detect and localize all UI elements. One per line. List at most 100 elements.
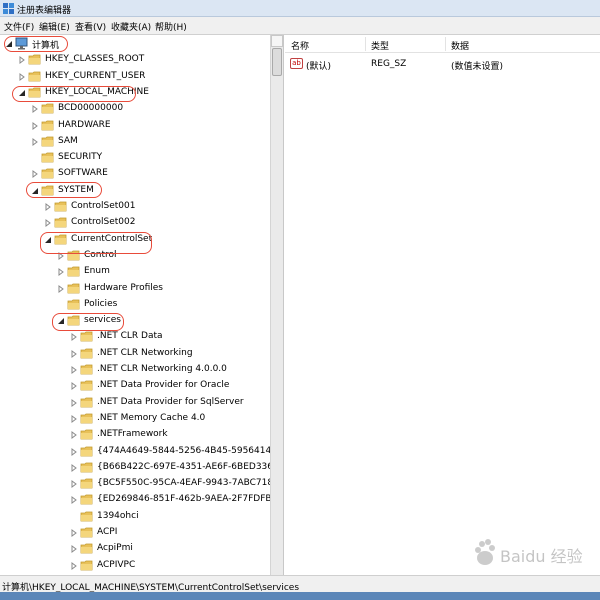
watermark-text: Baidu 经验 bbox=[500, 547, 583, 566]
tree-item[interactable]: .NET Data Provider for SqlServer bbox=[71, 396, 283, 410]
collapsed-triangle-icon[interactable] bbox=[71, 447, 77, 456]
folder-icon bbox=[80, 446, 93, 456]
tree-item[interactable]: Hardware Profiles bbox=[58, 282, 283, 296]
tree-item[interactable]: HKEY_CURRENT_USER bbox=[19, 70, 283, 84]
value-row[interactable]: ab (默认) REG_SZ (数值未设置) bbox=[285, 56, 600, 72]
collapsed-triangle-icon[interactable] bbox=[71, 349, 77, 358]
tree-item-label: Enum bbox=[84, 266, 110, 277]
collapsed-triangle-icon[interactable] bbox=[19, 56, 25, 65]
menu-bar: 文件(F) 编辑(E) 查看(V) 收藏夹(A) 帮助(H) bbox=[0, 17, 600, 35]
tree-item[interactable]: .NET CLR Data bbox=[71, 330, 283, 344]
folder-icon bbox=[41, 120, 54, 130]
tree-item-label: BCD00000000 bbox=[58, 103, 124, 114]
tree-item[interactable]: .NET Memory Cache 4.0 bbox=[71, 412, 283, 426]
collapsed-triangle-icon[interactable] bbox=[58, 284, 64, 293]
ab-string-icon: ab bbox=[290, 58, 303, 69]
collapsed-triangle-icon[interactable] bbox=[45, 219, 51, 228]
tree-item-label: AcpiPmi bbox=[97, 543, 133, 554]
value-name: (默认) bbox=[306, 62, 332, 72]
tree-item[interactable]: BCD00000000 bbox=[32, 102, 283, 116]
folder-icon bbox=[80, 348, 93, 359]
tree-item[interactable]: Enum bbox=[58, 265, 283, 279]
tree-item[interactable]: {BC5F550C-95CA-4EAF-9943-7ABC718E82BF} bbox=[71, 477, 283, 491]
tree-item-label: SAM bbox=[58, 135, 78, 146]
tree-item-label: .NET CLR Networking bbox=[97, 347, 193, 358]
collapsed-triangle-icon[interactable] bbox=[71, 545, 77, 554]
folder-icon bbox=[41, 152, 54, 163]
folder-icon bbox=[80, 331, 93, 342]
tree-item[interactable]: SAM bbox=[32, 135, 283, 149]
tree-item[interactable]: ControlSet002 bbox=[45, 216, 283, 230]
scroll-thumb[interactable] bbox=[272, 48, 282, 76]
collapsed-triangle-icon[interactable] bbox=[32, 121, 38, 130]
collapsed-triangle-icon[interactable] bbox=[71, 398, 77, 407]
column-type-header[interactable]: 类型 bbox=[371, 39, 389, 52]
tree-item[interactable]: HARDWARE bbox=[32, 119, 283, 133]
tree-item-label: SOFTWARE bbox=[58, 168, 108, 179]
tree-item[interactable]: {474A4649-5844-5256-4B45-5956414CFFFE} bbox=[71, 445, 283, 459]
menu-favorites[interactable]: 收藏夹(A) bbox=[111, 20, 151, 33]
scroll-up-button[interactable] bbox=[271, 35, 283, 47]
folder-icon bbox=[67, 266, 80, 277]
tree-item[interactable]: 1394ohci bbox=[71, 510, 283, 524]
collapsed-triangle-icon[interactable] bbox=[71, 382, 77, 391]
collapsed-triangle-icon[interactable] bbox=[71, 431, 77, 440]
red-annotation-mark bbox=[26, 182, 102, 198]
tree-item[interactable]: .NET CLR Networking bbox=[71, 347, 283, 361]
collapsed-triangle-icon[interactable] bbox=[32, 170, 38, 179]
status-bar: 计算机\HKEY_LOCAL_MACHINE\SYSTEM\CurrentCon… bbox=[0, 575, 600, 593]
folder-icon bbox=[28, 71, 41, 81]
folder-icon bbox=[41, 136, 54, 147]
tree-item[interactable]: Policies bbox=[58, 298, 283, 312]
tree-item[interactable]: {ED269846-851F-462b-9AEA-2F7FDFB1D4E1} bbox=[71, 493, 283, 507]
taskbar bbox=[0, 592, 600, 600]
tree-item[interactable]: SECURITY bbox=[32, 151, 283, 165]
folder-icon bbox=[80, 511, 93, 522]
tree-vertical-scrollbar[interactable] bbox=[270, 35, 283, 575]
collapsed-triangle-icon[interactable] bbox=[71, 414, 77, 423]
folder-icon bbox=[80, 380, 93, 391]
collapsed-triangle-icon[interactable] bbox=[71, 561, 77, 570]
red-annotation-mark bbox=[40, 232, 152, 254]
collapsed-triangle-icon[interactable] bbox=[71, 529, 77, 537]
column-divider[interactable] bbox=[365, 37, 366, 51]
collapsed-triangle-icon[interactable] bbox=[71, 333, 77, 342]
tree-item[interactable]: .NET Data Provider for Oracle bbox=[71, 379, 283, 393]
folder-icon bbox=[80, 397, 93, 407]
red-annotation-mark bbox=[52, 313, 124, 331]
registry-tree[interactable]: 计算机 HKEY_CLASSES_ROOT HKEY_CURRENT_USER HKE… bbox=[0, 35, 284, 575]
menu-file[interactable]: 文件(F) bbox=[4, 20, 34, 33]
tree-item-label: .NETFramework bbox=[97, 429, 168, 440]
folder-icon bbox=[80, 462, 93, 473]
tree-item[interactable]: SOFTWARE bbox=[32, 167, 283, 181]
collapsed-triangle-icon[interactable] bbox=[32, 105, 38, 114]
tree-item[interactable]: {B66B422C-697E-4351-AE6F-6BED33613C91} bbox=[71, 461, 283, 475]
column-data-header[interactable]: 数据 bbox=[451, 39, 469, 52]
tree-item[interactable]: ACPIVPC bbox=[71, 559, 283, 573]
value-type: REG_SZ bbox=[371, 59, 407, 69]
collapsed-triangle-icon[interactable] bbox=[19, 72, 25, 81]
tree-item[interactable]: ACPI bbox=[71, 526, 283, 540]
tree-item-label: .NET Data Provider for Oracle bbox=[97, 380, 230, 391]
collapsed-triangle-icon[interactable] bbox=[71, 366, 77, 374]
tree-item-label: {B66B422C-697E-4351-AE6F-6BED33613C91} bbox=[97, 461, 283, 472]
menu-help[interactable]: 帮助(H) bbox=[155, 20, 187, 33]
collapsed-triangle-icon[interactable] bbox=[71, 496, 77, 505]
collapsed-triangle-icon[interactable] bbox=[58, 268, 64, 277]
tree-item[interactable]: ControlSet001 bbox=[45, 200, 283, 214]
tree-item[interactable]: AcpiPmi bbox=[71, 542, 283, 556]
tree-item[interactable]: HKEY_CLASSES_ROOT bbox=[19, 53, 283, 67]
collapsed-triangle-icon[interactable] bbox=[71, 463, 77, 472]
menu-view[interactable]: 查看(V) bbox=[75, 20, 106, 33]
folder-icon bbox=[80, 560, 93, 570]
column-divider[interactable] bbox=[445, 37, 446, 51]
values-list[interactable]: 名称 类型 数据 ab (默认) REG_SZ (数值未设置) bbox=[285, 35, 600, 575]
collapsed-triangle-icon[interactable] bbox=[45, 203, 51, 211]
collapsed-triangle-icon[interactable] bbox=[71, 480, 77, 489]
column-name-header[interactable]: 名称 bbox=[291, 39, 309, 52]
tree-item[interactable]: .NETFramework bbox=[71, 428, 283, 442]
folder-icon bbox=[80, 429, 93, 440]
collapsed-triangle-icon[interactable] bbox=[32, 137, 38, 146]
tree-item[interactable]: .NET CLR Networking 4.0.0.0 bbox=[71, 363, 283, 377]
menu-edit[interactable]: 编辑(E) bbox=[39, 20, 70, 33]
